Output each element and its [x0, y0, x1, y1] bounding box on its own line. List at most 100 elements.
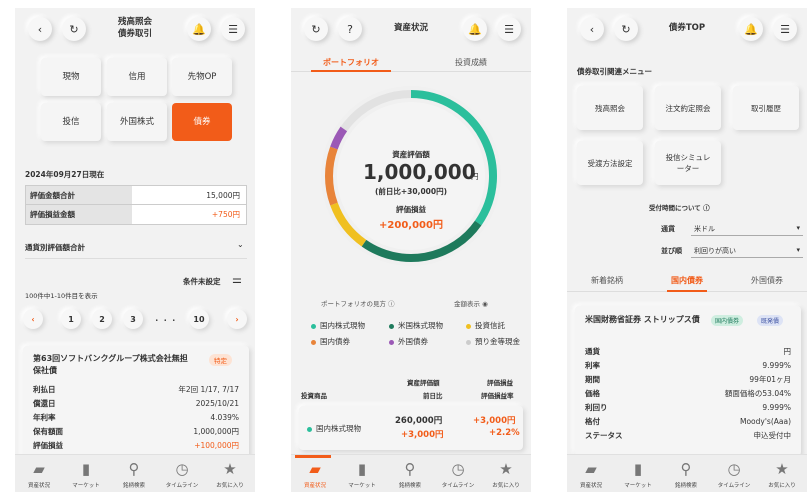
hours-note[interactable]: 受付時間について ⓘ	[649, 202, 710, 212]
filter-settings-icon[interactable]: ⚌	[232, 273, 242, 286]
filter-condition-label[interactable]: 条件未設定	[183, 276, 221, 287]
nav-market[interactable]: ▮ マーケット	[64, 459, 108, 489]
card-row: 利払日 年2回 1/17, 7/17	[33, 385, 239, 394]
back-icon[interactable]: ‹	[580, 17, 604, 41]
nav-market[interactable]: ▮ マーケット	[616, 459, 660, 489]
menu-icon[interactable]: ☰	[773, 17, 797, 41]
chevron-down-icon[interactable]: ⌄	[237, 240, 244, 249]
clock-icon: ◷	[175, 460, 189, 478]
wallet-icon: ▰	[585, 460, 597, 478]
legend-item: 預り金等現金	[466, 334, 520, 350]
bar-chart-icon: ▮	[81, 460, 91, 478]
nav-search[interactable]: ⚲ 銘柄検索	[388, 459, 432, 489]
asset-button-bonds[interactable]: 債券	[172, 103, 232, 141]
nav-search[interactable]: ⚲ 銘柄検索	[112, 459, 156, 489]
amount-toggle[interactable]: 金額表示 ◉	[454, 298, 488, 308]
bell-icon[interactable]: 🔔	[187, 17, 211, 41]
asset-button-futures[interactable]: 先物OP	[172, 58, 232, 96]
tab-portfolio[interactable]: ポートフォリオ	[291, 57, 411, 68]
nav-assets[interactable]: ▰ 資産状況	[17, 459, 61, 489]
row-day-change: +3,000円	[401, 430, 444, 440]
col-pl: 評価損益	[487, 379, 513, 387]
valuation-amount: 1,000,000	[363, 160, 476, 184]
nav-assets[interactable]: ▰ 資産状況	[569, 459, 613, 489]
portfolio-help-link[interactable]: ポートフォリオの見方 ⓘ	[321, 298, 395, 308]
menu-simulator[interactable]: 投信シミュレーター	[655, 141, 721, 185]
search-icon: ⚲	[404, 460, 416, 478]
menu-icon[interactable]: ☰	[497, 17, 521, 41]
menu-balance[interactable]: 残高照会	[577, 86, 643, 130]
pl-value: +200,000円	[379, 220, 443, 231]
nav-favorites[interactable]: ★ お気に入り	[208, 459, 252, 489]
nav-search[interactable]: ⚲ 銘柄検索	[664, 459, 708, 489]
badge-domestic: 国内債券	[711, 315, 744, 326]
bottom-nav: ▰ 資産状況 ▮ マーケット ⚲ 銘柄検索 ◷ タイムライン ★ お気に入り	[567, 454, 807, 492]
asset-button-funds[interactable]: 投信	[41, 103, 101, 141]
holding-card[interactable]: 第63回ソフトバンクグループ株式会社無担保社債 特定 利払日 年2回 1/17, …	[23, 346, 249, 466]
balance-screen: ‹ ↻ 残高照会 債券取引 🔔 ☰ 現物 信用 先物OP 投信 外国株式 債券 2…	[15, 8, 255, 492]
clock-icon: ◷	[727, 460, 741, 478]
menu-history[interactable]: 取引履歴	[733, 86, 799, 130]
badge-existing: 既発債	[757, 315, 784, 326]
currency-select[interactable]: 米ドル ▾	[691, 220, 803, 236]
page-2[interactable]: 2	[92, 309, 112, 329]
sort-label: 並び順	[661, 247, 682, 255]
asset-button-margin[interactable]: 信用	[107, 58, 167, 96]
day-change: (前日比+30,000円)	[374, 187, 448, 196]
page-3[interactable]: 3	[123, 309, 143, 329]
pl-label: 評価損益	[396, 205, 426, 214]
page-title: 残高照会 債券取引	[117, 17, 152, 39]
nav-favorites[interactable]: ★ お気に入り	[760, 459, 804, 489]
asset-button-spot[interactable]: 現物	[41, 58, 101, 96]
bond-row: 価格 額面価格の53.04%	[585, 389, 791, 398]
bell-icon[interactable]: 🔔	[739, 17, 763, 41]
tab-domestic-bonds[interactable]: 国内債券	[647, 275, 727, 286]
tab-foreign-bonds[interactable]: 外国債券	[727, 275, 807, 286]
tab-performance[interactable]: 投資成績	[411, 57, 531, 68]
card-row: 評価損益 +100,000円	[33, 441, 239, 450]
bond-row: 利率 9.999%	[585, 361, 791, 370]
star-icon: ★	[499, 460, 513, 478]
header: ‹ ↻ 債券TOP 🔔 ☰	[567, 8, 807, 52]
bond-name: 第63回ソフトバンクグループ株式会社無担保社債	[33, 354, 188, 375]
back-icon[interactable]: ‹	[28, 17, 52, 41]
header: ‹ ↻ 残高照会 債券取引 🔔 ☰	[15, 8, 255, 52]
refresh-icon[interactable]: ↻	[304, 17, 328, 41]
nav-market[interactable]: ▮ マーケット	[340, 459, 384, 489]
page-10[interactable]: 10	[189, 309, 209, 329]
col-product: 投資商品	[301, 392, 327, 400]
table-header: 投資商品 資産評価額 前日比 評価損益 評価損益率	[291, 373, 531, 405]
star-icon: ★	[775, 460, 789, 478]
nav-timeline[interactable]: ◷ タイムライン	[712, 459, 756, 489]
nav-timeline[interactable]: ◷ タイムライン	[436, 459, 480, 489]
table-row[interactable]: 国内株式現物 260,000円 +3,000円 +3,000円 +2.2%	[299, 406, 523, 450]
next-page-icon[interactable]: ›	[227, 309, 247, 329]
legend-item: 国内債券	[311, 334, 350, 350]
currency-label: 通貨	[661, 225, 675, 233]
bond-top-screen: ‹ ↻ 債券TOP 🔔 ☰ 債券取引関連メニュー 残高照会 注文約定照会 取引履…	[567, 8, 807, 492]
page-1[interactable]: 1	[61, 309, 81, 329]
result-count: 100件中1-10件目を表示	[25, 292, 98, 300]
nav-timeline[interactable]: ◷ タイムライン	[160, 459, 204, 489]
sort-select[interactable]: 利回りが高い ▾	[691, 242, 803, 258]
menu-delivery[interactable]: 受渡方法設定	[577, 141, 643, 185]
asset-button-foreign-stocks[interactable]: 外国株式	[107, 103, 167, 141]
clock-icon: ◷	[451, 460, 465, 478]
as-of-date: 2024年09月27日現在	[25, 170, 105, 179]
menu-icon[interactable]: ☰	[221, 17, 245, 41]
bond-row: 通貨円	[585, 347, 791, 356]
menu-heading: 債券取引関連メニュー	[577, 67, 652, 76]
currency-section-title[interactable]: 通貨別評価額合計	[25, 242, 85, 253]
tab-new-bonds[interactable]: 新着銘柄	[567, 275, 647, 286]
nav-favorites[interactable]: ★ お気に入り	[484, 459, 528, 489]
question-icon: ⓘ	[703, 204, 710, 212]
menu-orders[interactable]: 注文約定照会	[655, 86, 721, 130]
card-row: 償還日 2025/10/21	[33, 399, 239, 408]
nav-assets[interactable]: ▰ 資産状況	[293, 459, 337, 489]
prev-page-icon[interactable]: ‹	[23, 309, 43, 329]
bell-icon[interactable]: 🔔	[463, 17, 487, 41]
account-badge: 特定	[209, 354, 232, 366]
bond-card[interactable]: 米国財務省証券 ストリップス債 国内債券 既発債 通貨円 利率 9.999% 期間…	[575, 306, 801, 456]
legend-item: 国内株式現物	[311, 318, 365, 334]
summary-value-pl: +750円	[211, 210, 240, 219]
